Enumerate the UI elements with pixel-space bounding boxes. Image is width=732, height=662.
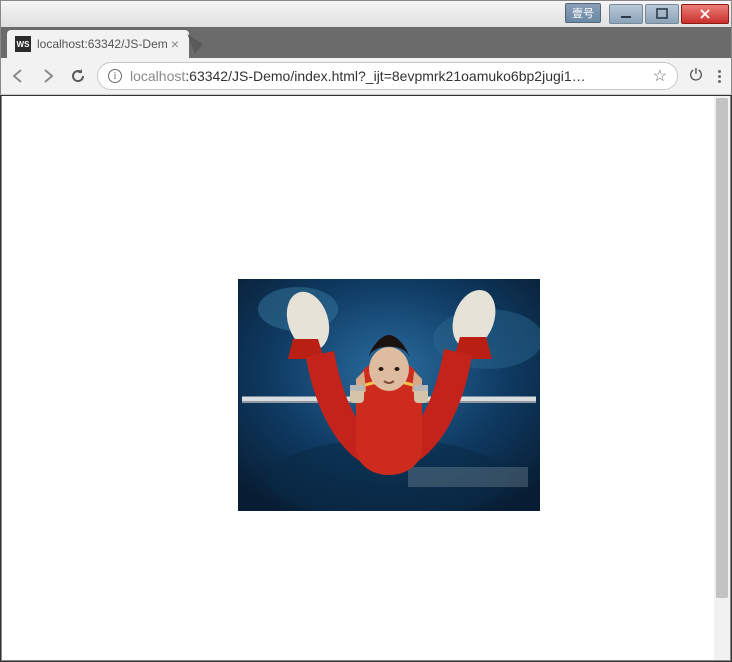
tab-close-button[interactable]: × <box>169 36 181 52</box>
address-bar[interactable]: i localhost:63342/JS-Demo/index.html?_ij… <box>97 62 678 90</box>
window-titlebar: 壹号 <box>0 0 732 27</box>
scrollbar-thumb[interactable] <box>716 98 728 598</box>
close-window-button[interactable] <box>681 4 729 24</box>
maximize-button[interactable] <box>645 4 679 24</box>
power-extension-icon[interactable]: ⏻ <box>686 67 706 85</box>
tab-strip: WS localhost:63342/JS-Dem × <box>0 27 732 58</box>
forward-button[interactable] <box>37 64 59 88</box>
window-label: 壹号 <box>565 3 601 23</box>
minimize-button[interactable] <box>609 4 643 24</box>
tab-favicon: WS <box>15 36 31 52</box>
reload-button[interactable] <box>67 64 89 88</box>
browser-toolbar: i localhost:63342/JS-Demo/index.html?_ij… <box>0 58 732 95</box>
site-info-icon[interactable]: i <box>108 69 122 83</box>
vertical-scrollbar[interactable] <box>714 96 730 660</box>
browser-menu-button[interactable] <box>714 70 725 83</box>
back-button[interactable] <box>7 64 29 88</box>
content-image-gymnast <box>238 279 540 511</box>
page-viewport <box>1 96 731 661</box>
url-text: localhost:63342/JS-Demo/index.html?_ijt=… <box>130 68 647 84</box>
bookmark-star-icon[interactable]: ☆ <box>653 66 667 86</box>
browser-tab[interactable]: WS localhost:63342/JS-Dem × <box>7 30 189 58</box>
url-path: :63342/JS-Demo/index.html?_ijt=8evpmrk21… <box>185 68 585 84</box>
url-host: localhost <box>130 68 185 84</box>
tab-title: localhost:63342/JS-Dem <box>37 37 169 51</box>
